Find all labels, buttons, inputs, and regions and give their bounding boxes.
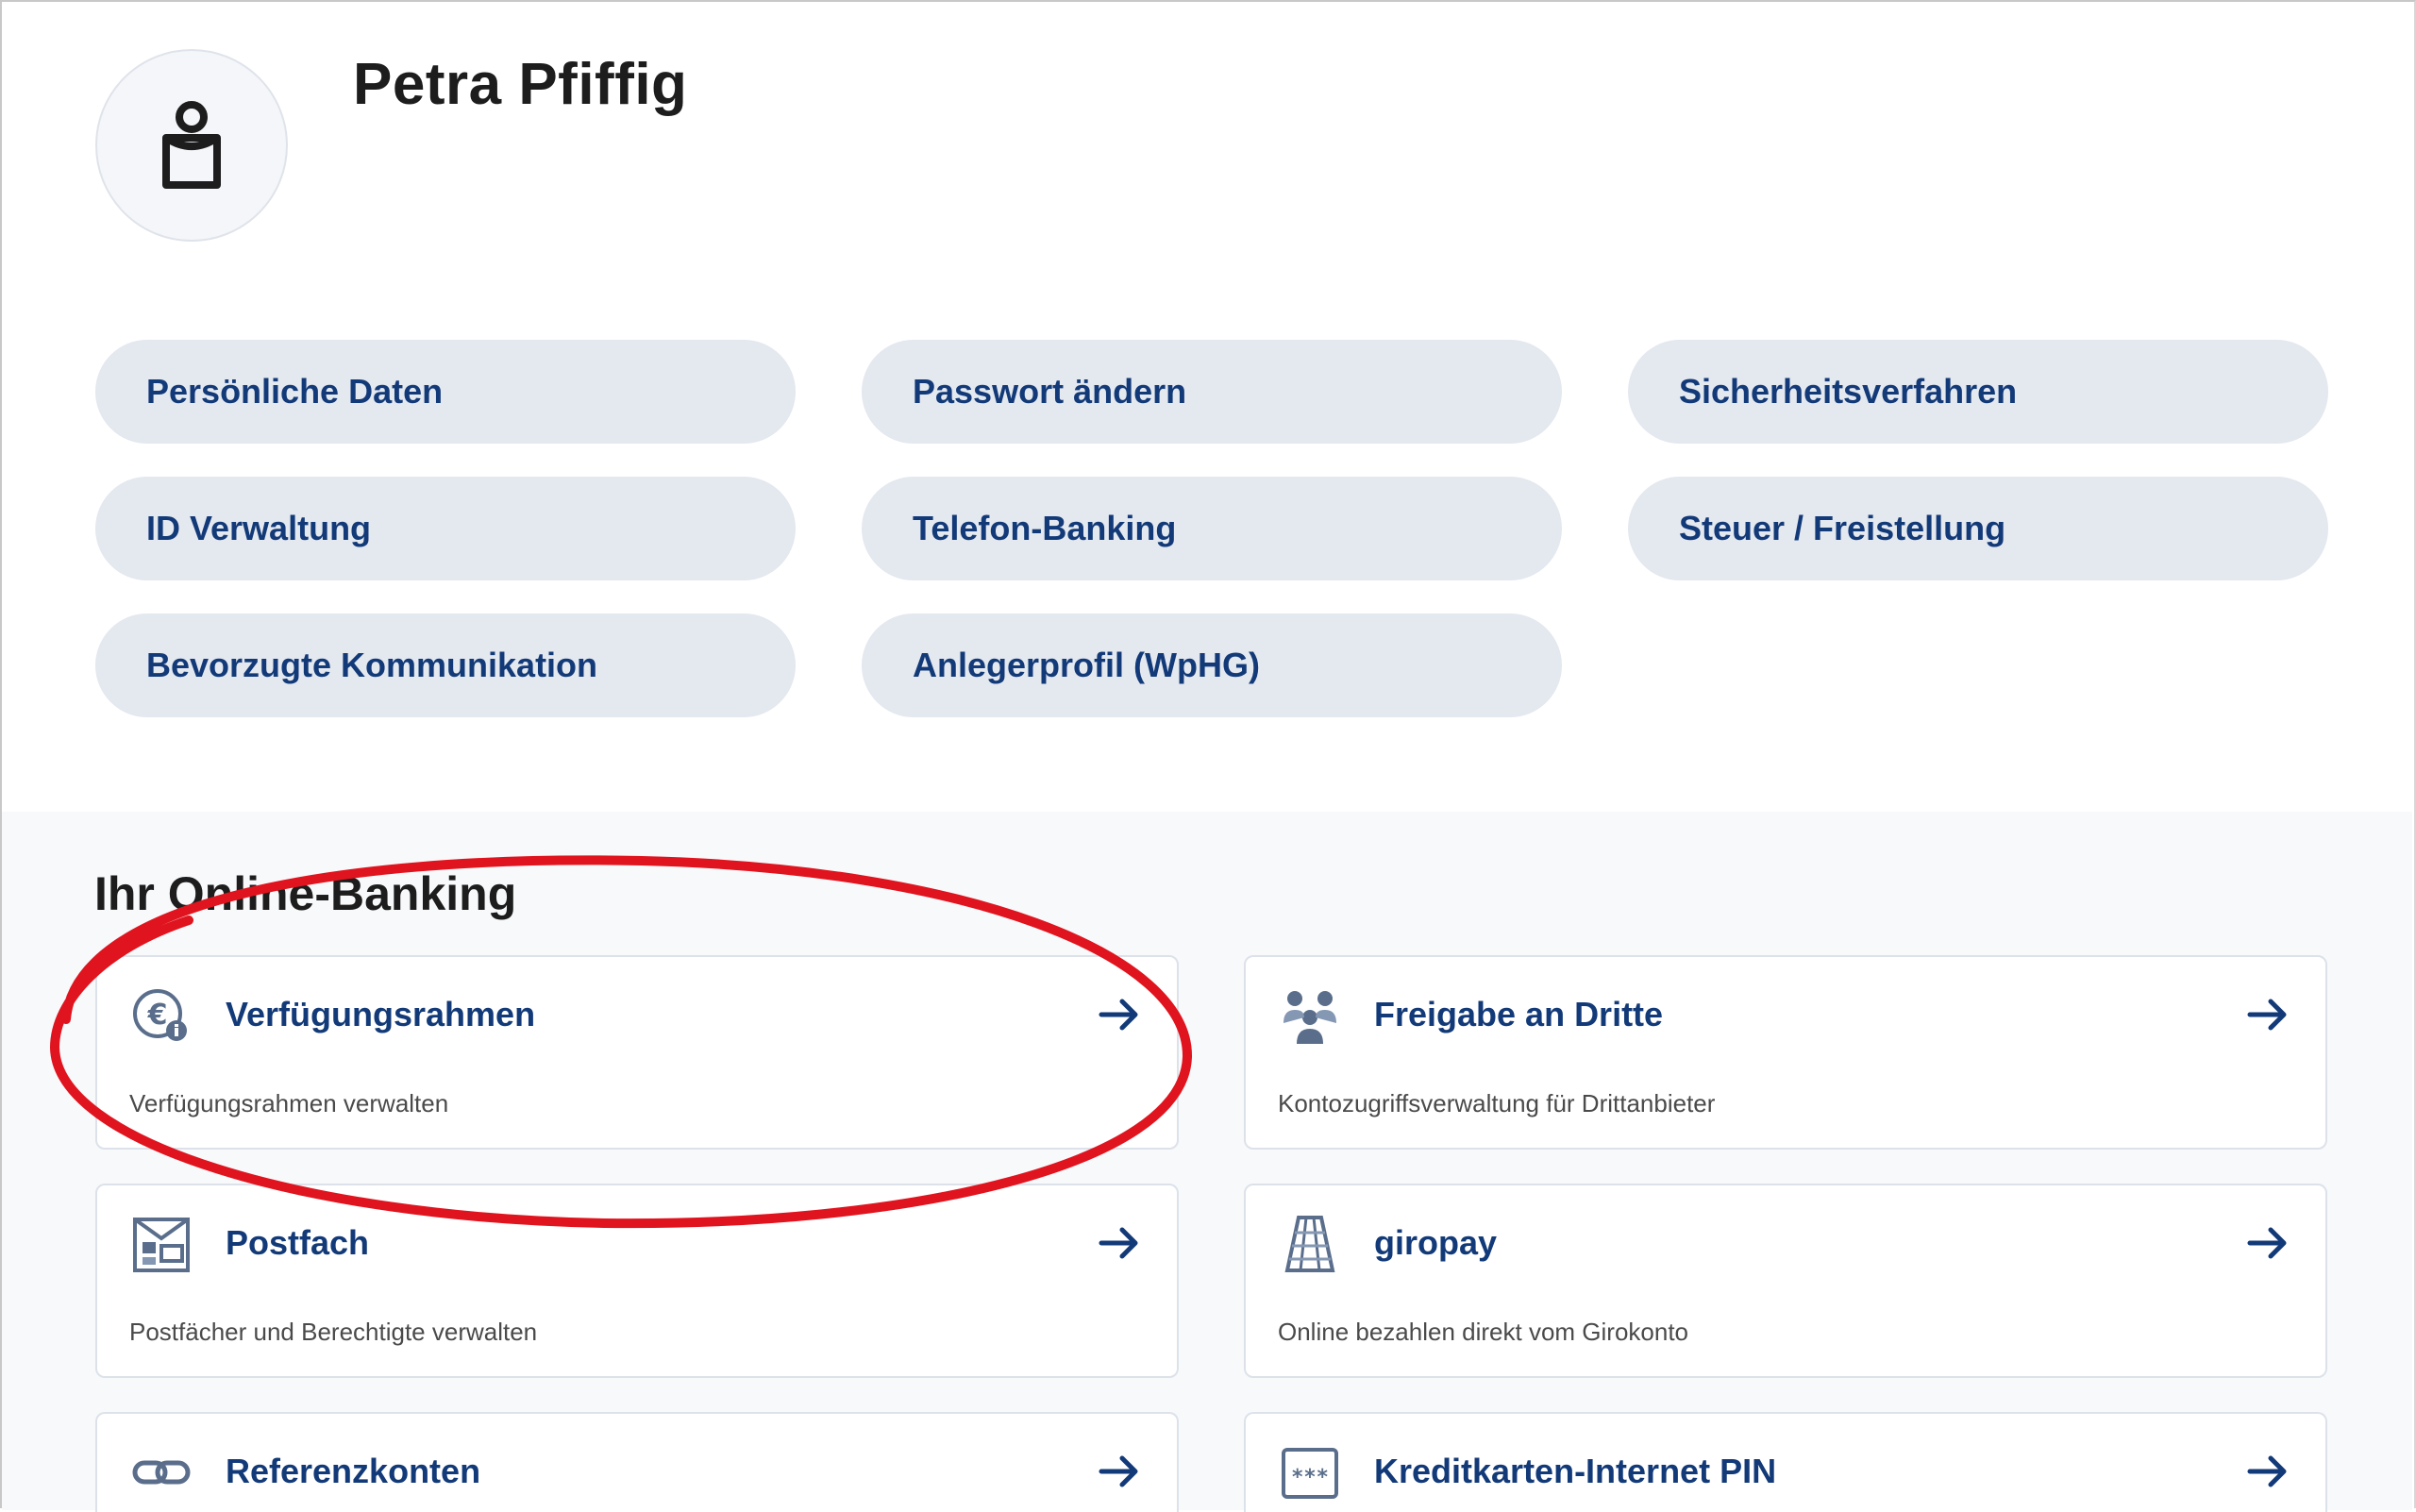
- card-giropay[interactable]: giropay Online bezahlen direkt vom Girok…: [1244, 1184, 2327, 1378]
- arrow-right-icon: [2247, 1455, 2287, 1487]
- card-verfuegungsrahmen[interactable]: € Verfügungsrahmen Verfügungsrahmen verw…: [95, 955, 1179, 1150]
- card-postfach[interactable]: Postfach Postfächer und Berechtigte verw…: [95, 1184, 1179, 1378]
- arrow-right-icon: [1099, 1455, 1138, 1487]
- card-title: Freigabe an Dritte: [1374, 995, 1664, 1033]
- card-description: Postfächer und Berechtigte verwalten: [129, 1318, 538, 1346]
- card-description: Kontozugriffsverwaltung für Drittanbiete…: [1278, 1089, 1716, 1117]
- settings-security-method-button[interactable]: Sicherheitsverfahren: [1628, 340, 2328, 444]
- card-kreditkarten-internet-pin[interactable]: *** Kreditkarten-Internet PIN: [1244, 1412, 2327, 1512]
- settings-preferred-communication-button[interactable]: Bevorzugte Kommunikation: [95, 613, 796, 717]
- card-title: Postfach: [226, 1223, 370, 1262]
- arrow-right-icon: [2247, 999, 2287, 1031]
- card-description: Online bezahlen direkt vom Girokonto: [1278, 1318, 1689, 1346]
- arrow-right-icon: [1099, 999, 1138, 1031]
- settings-change-password-button[interactable]: Passwort ändern: [862, 340, 1562, 444]
- arrow-right-icon: [1099, 1227, 1138, 1259]
- user-icon: [162, 101, 221, 189]
- giropay-icon: [1280, 1214, 1340, 1274]
- card-title: giropay: [1374, 1223, 1498, 1262]
- settings-investor-profile-button[interactable]: Anlegerprofil (WpHG): [862, 613, 1562, 717]
- settings-id-management-button[interactable]: ID Verwaltung: [95, 477, 796, 580]
- settings-phone-banking-button[interactable]: Telefon-Banking: [862, 477, 1562, 580]
- svg-text:***: ***: [1291, 1466, 1329, 1489]
- pin-card-icon: ***: [1280, 1442, 1340, 1503]
- user-name: Petra Pfiffig: [353, 52, 688, 117]
- online-banking-title: Ihr Online-Banking: [94, 867, 517, 920]
- card-title: Kreditkarten-Internet PIN: [1374, 1452, 1777, 1490]
- euro-limit-icon: €: [131, 985, 192, 1046]
- card-freigabe-an-dritte[interactable]: Freigabe an Dritte Kontozugriffsverwaltu…: [1244, 955, 2327, 1150]
- mailbox-icon: [131, 1214, 192, 1274]
- arrow-right-icon: [2247, 1227, 2287, 1259]
- settings-tax-exemption-button[interactable]: Steuer / Freistellung: [1628, 477, 2328, 580]
- avatar[interactable]: [95, 49, 288, 242]
- settings-personal-data-button[interactable]: Persönliche Daten: [95, 340, 796, 444]
- card-description: Verfügungsrahmen verwalten: [129, 1089, 449, 1117]
- card-referenzkonten[interactable]: Referenzkonten: [95, 1412, 1179, 1512]
- people-share-icon: [1280, 985, 1340, 1046]
- link-icon: [131, 1442, 192, 1503]
- card-title: Verfügungsrahmen: [226, 995, 536, 1033]
- svg-text:€: €: [147, 999, 168, 1032]
- card-title: Referenzkonten: [226, 1452, 481, 1490]
